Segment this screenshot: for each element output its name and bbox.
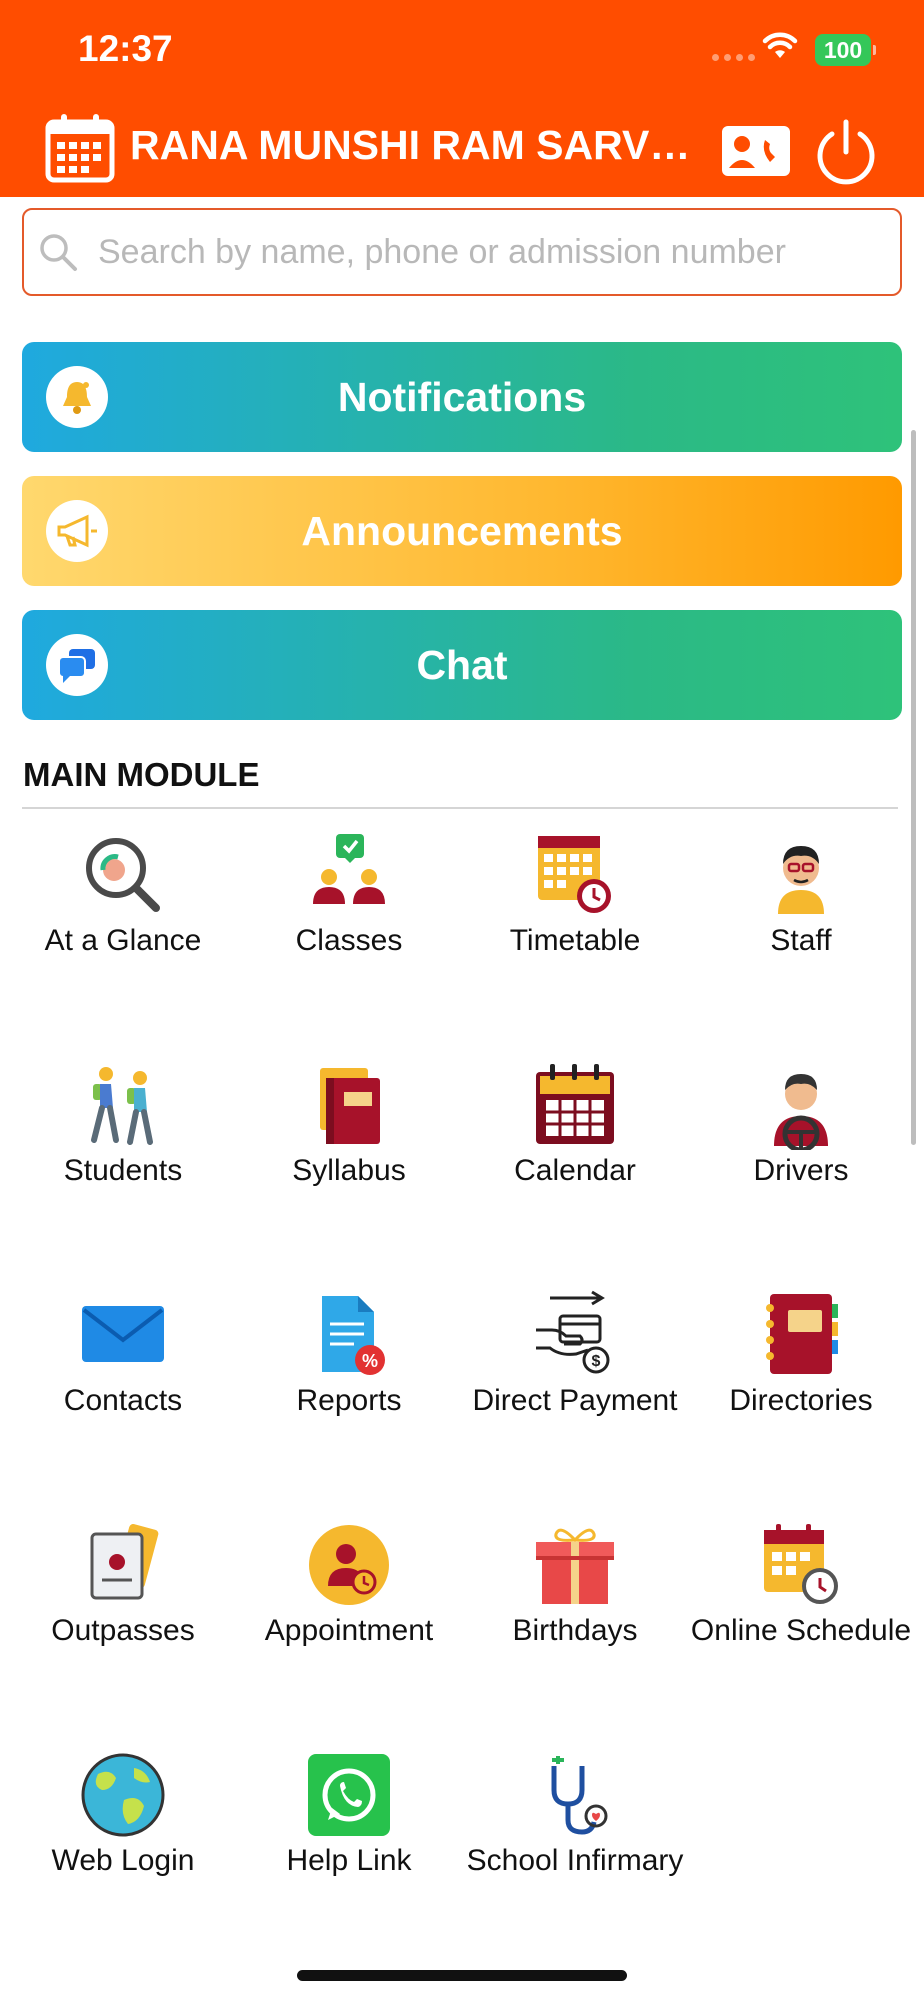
announcements-label: Announcements [301,507,623,554]
report-document-icon: % [322,1296,385,1375]
magnifier-glance-icon [86,838,160,912]
module-at-a-glance[interactable]: At a Glance [10,820,236,1050]
module-staff[interactable]: Staff [688,820,914,1050]
module-web-login[interactable]: Web Login [10,1740,236,1920]
books-icon [320,1068,380,1144]
home-indicator[interactable] [297,1970,627,1981]
svg-text:$: $ [592,1353,601,1370]
driver-steering-icon [774,1074,828,1150]
module-label: Contacts [63,1384,183,1417]
module-online-schedule[interactable]: Online Schedule [688,1510,914,1740]
module-label: Reports [296,1384,402,1417]
module-label: Help Link [286,1844,412,1877]
bell-icon [46,366,108,428]
svg-text:%: % [362,1351,378,1371]
module-label: Calendar [514,1154,636,1187]
module-label: Directories [729,1384,873,1417]
wifi-icon [762,32,798,58]
module-drivers[interactable]: Drivers [688,1050,914,1280]
classes-people-icon [313,834,385,904]
school-name-title: RANA MUNSHI RAM SARVHIT... [130,122,710,168]
outpass-cards-icon [90,1524,159,1600]
stethoscope-icon [551,1756,608,1835]
module-label: Drivers [753,1154,849,1187]
megaphone-icon [46,500,108,562]
module-label: Online Schedule [690,1614,912,1647]
module-outpasses[interactable]: Outpasses [10,1510,236,1740]
notifications-button[interactable]: Notifications [22,342,902,452]
module-label: School Infirmary [466,1844,684,1877]
calendar-icon[interactable] [44,112,116,184]
app-header: 12:37 100 RANA MUNSHI RAM SARVHIT... [0,0,924,197]
timetable-clock-icon [538,836,611,913]
calendar-icon [536,1064,614,1144]
appointment-user-clock-icon [309,1525,389,1605]
module-birthdays[interactable]: Birthdays [462,1510,688,1740]
notifications-label: Notifications [337,373,587,420]
module-direct-payment[interactable]: $ Direct Payment [462,1280,688,1510]
globe-icon [81,1753,165,1837]
students-walking-icon [91,1067,153,1145]
module-grid: At a Glance Classes Timetable Staff Stud… [10,820,914,1920]
module-label: Students [63,1154,183,1187]
chat-bubbles-icon [46,634,108,696]
power-logout-icon[interactable] [814,118,878,188]
module-label: Classes [295,924,403,957]
module-students[interactable]: Students [10,1050,236,1280]
battery-indicator: 100 [815,34,876,66]
whatsapp-icon [308,1754,390,1836]
module-label: At a Glance [44,924,202,957]
cellular-signal-icon [712,54,755,61]
payment-hand-card-icon: $ [536,1290,610,1374]
schedule-calendar-clock-icon [764,1524,838,1604]
module-syllabus[interactable]: Syllabus [236,1050,462,1280]
search-input[interactable] [98,232,878,272]
module-label: Timetable [509,924,641,957]
announcements-button[interactable]: Announcements [22,476,902,586]
module-appointment[interactable]: Appointment [236,1510,462,1740]
search-bar[interactable] [22,208,902,296]
module-label: Syllabus [292,1154,406,1187]
notebook-directory-icon [766,1294,838,1374]
chat-label: Chat [416,641,508,688]
module-classes[interactable]: Classes [236,820,462,1050]
gift-box-icon [536,1528,614,1604]
scrollbar[interactable] [911,430,916,1145]
module-calendar[interactable]: Calendar [462,1050,688,1280]
module-label: Appointment [264,1614,434,1647]
module-school-infirmary[interactable]: School Infirmary [462,1740,688,1920]
main-module-heading: MAIN MODULE [23,756,260,793]
module-timetable[interactable]: Timetable [462,820,688,1050]
staff-person-icon [778,846,824,914]
chat-button[interactable]: Chat [22,610,902,720]
module-label: Web Login [51,1844,195,1877]
envelope-icon [82,1306,164,1362]
module-label: Direct Payment [472,1384,678,1417]
module-label: Birthdays [512,1614,638,1647]
module-label: Outpasses [51,1614,195,1647]
search-icon [40,234,77,271]
module-reports[interactable]: % Reports [236,1280,462,1510]
module-directories[interactable]: Directories [688,1280,914,1510]
section-divider [22,807,898,809]
contact-card-icon[interactable] [722,126,790,176]
module-label: Staff [770,924,832,957]
module-help-link[interactable]: Help Link [236,1740,462,1920]
status-time: 12:37 [78,28,173,69]
module-contacts[interactable]: Contacts [10,1280,236,1510]
